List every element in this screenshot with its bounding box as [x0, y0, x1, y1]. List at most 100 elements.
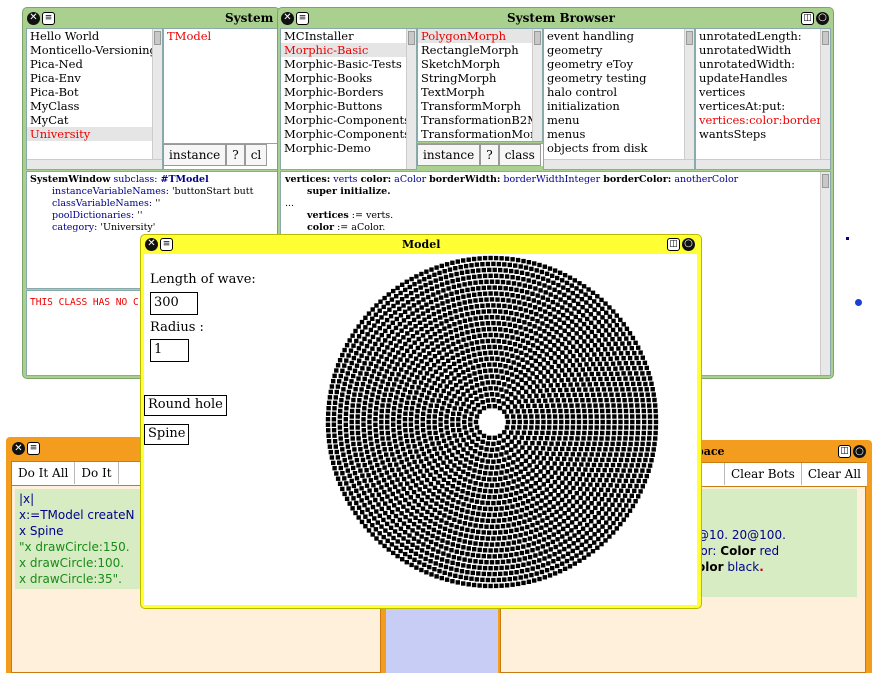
collapse-icon[interactable]: ◫ [801, 11, 814, 25]
instance-button[interactable]: instance [163, 144, 227, 166]
list-item[interactable]: Morphic-Demo [281, 141, 416, 155]
round-hole-button[interactable]: Round hole [144, 395, 227, 416]
list-item[interactable]: PolygonMorph [418, 29, 542, 43]
class-button[interactable]: class [498, 144, 541, 166]
package-items: Hello World Monticello-Versioning Pica-Ned… [27, 29, 162, 141]
model-content: Length of wave: 300 Radius : 1 Round hol… [144, 254, 697, 605]
code-line: olor black. [697, 560, 764, 574]
list-item[interactable]: SketchMorph [418, 57, 542, 71]
list-item[interactable]: geometry eToy [544, 57, 694, 71]
window-title: System [225, 11, 274, 25]
expand-icon[interactable]: ○ [682, 237, 695, 251]
instance-button[interactable]: instance [417, 144, 481, 166]
list-item[interactable]: Morphic-Components [281, 127, 416, 141]
class-list[interactable]: PolygonMorph RectangleMorph SketchMorph Str… [417, 28, 543, 142]
list-item[interactable]: Monticello-Versioning [27, 43, 162, 57]
list-item[interactable]: University [27, 127, 162, 141]
close-icon[interactable]: ✕ [281, 11, 294, 25]
desktop-dot [855, 299, 862, 306]
clear-all-button[interactable]: Clear All [802, 463, 867, 485]
list-item[interactable]: unrotatedLength: [696, 29, 830, 43]
package-list[interactable]: Hello World Monticello-Versioning Pica-Ned… [26, 28, 163, 170]
dot-ring [414, 344, 570, 500]
concentric-dot-spiral [325, 255, 659, 589]
horizontal-scrollbar[interactable] [27, 159, 162, 169]
list-item[interactable]: initialization [544, 99, 694, 113]
list-item[interactable]: TextMorph [418, 85, 542, 99]
window-menu-icon[interactable]: ≡ [27, 442, 40, 455]
do-it-all-button[interactable]: Do It All [12, 462, 76, 484]
list-item[interactable]: TransformMorph [418, 99, 542, 113]
list-item[interactable]: Hello World [27, 29, 162, 43]
list-item[interactable]: vertices:color:border [696, 113, 830, 127]
close-icon[interactable]: ✕ [27, 11, 40, 25]
collapse-icon[interactable]: ◫ [838, 445, 851, 458]
close-icon[interactable]: ✕ [12, 442, 25, 455]
window-menu-icon[interactable]: ≡ [160, 237, 173, 251]
list-item[interactable]: updateHandles [696, 71, 830, 85]
expand-icon[interactable]: ○ [853, 445, 866, 458]
help-button[interactable]: ? [480, 144, 499, 166]
list-item[interactable]: StringMorph [418, 71, 542, 85]
radius-input[interactable]: 1 [150, 339, 189, 362]
help-button[interactable]: ? [226, 144, 245, 166]
list-item[interactable]: Morphic-Buttons [281, 99, 416, 113]
vertical-scrollbar[interactable] [532, 29, 542, 141]
collapse-icon[interactable]: ◫ [667, 237, 680, 251]
window-title: Model [402, 237, 441, 251]
list-item[interactable]: Morphic-Components [281, 113, 416, 127]
list-item[interactable]: geometry [544, 43, 694, 57]
list-item[interactable]: menus [544, 127, 694, 141]
list-item[interactable]: Morphic-Borders [281, 85, 416, 99]
vertical-scrollbar[interactable] [820, 172, 830, 375]
class-button[interactable]: cl [244, 144, 268, 166]
horizontal-scrollbar[interactable] [544, 159, 694, 169]
list-item[interactable]: TModel [164, 29, 281, 43]
vertical-scrollbar[interactable] [684, 29, 694, 169]
spine-button[interactable]: Spine [144, 424, 190, 445]
list-item[interactable]: Pica-Ned [27, 57, 162, 71]
package-list[interactable]: MCInstaller Morphic-Basic Morphic-Basic-Te… [280, 28, 417, 170]
window-menu-icon[interactable]: ≡ [296, 11, 309, 25]
window-title: System Browser [507, 11, 615, 25]
code-line: @10. 20@100. [697, 528, 786, 542]
list-item[interactable]: Pica-Env [27, 71, 162, 85]
list-item[interactable]: MCInstaller [281, 29, 416, 43]
window-menu-icon[interactable]: ≡ [42, 11, 55, 25]
list-item[interactable]: wantsSteps [696, 127, 830, 141]
dot-ring [456, 386, 528, 458]
radius-label: Radius : [150, 320, 204, 335]
list-item[interactable]: Morphic-Basic-Tests [281, 57, 416, 71]
list-item[interactable]: event handling [544, 29, 694, 43]
list-item[interactable]: unrotatedWidth [696, 43, 830, 57]
length-input[interactable]: 300 [150, 292, 198, 315]
list-item[interactable]: halo control [544, 85, 694, 99]
expand-icon[interactable]: ○ [816, 11, 829, 25]
dot-ring [355, 285, 629, 559]
list-item[interactable]: RectangleMorph [418, 43, 542, 57]
clear-bots-button[interactable]: Clear Bots [723, 463, 802, 485]
desktop-dot [846, 237, 849, 240]
vertical-scrollbar[interactable] [152, 29, 162, 169]
list-item[interactable]: menu [544, 113, 694, 127]
list-item[interactable]: Morphic-Books [281, 71, 416, 85]
list-item[interactable]: Pica-Bot [27, 85, 162, 99]
list-item[interactable]: vertices [696, 85, 830, 99]
list-item[interactable]: MyClass [27, 99, 162, 113]
close-icon[interactable]: ✕ [145, 237, 158, 251]
vertical-scrollbar[interactable] [406, 29, 416, 169]
model-window: ✕ ≡ Model ◫ ○ Length of wave: 300 Radius… [140, 234, 702, 609]
list-item[interactable]: unrotatedWidth: [696, 57, 830, 71]
list-item[interactable]: geometry testing [544, 71, 694, 85]
list-item[interactable]: verticesAt:put: [696, 99, 830, 113]
horizontal-scrollbar[interactable] [696, 159, 830, 169]
list-item[interactable]: objects from disk [544, 141, 694, 155]
vertical-scrollbar[interactable] [820, 29, 830, 169]
list-item[interactable]: TransformationMorph [418, 127, 542, 141]
list-item[interactable]: MyCat [27, 113, 162, 127]
list-item[interactable]: Morphic-Basic [281, 43, 416, 57]
category-list[interactable]: event handling geometry geometry eToy geome… [543, 28, 695, 170]
method-list[interactable]: unrotatedLength: unrotatedWidth unrotatedW… [695, 28, 831, 170]
do-it-button[interactable]: Do It [75, 462, 119, 484]
list-item[interactable]: TransformationB2Mo [418, 113, 542, 127]
